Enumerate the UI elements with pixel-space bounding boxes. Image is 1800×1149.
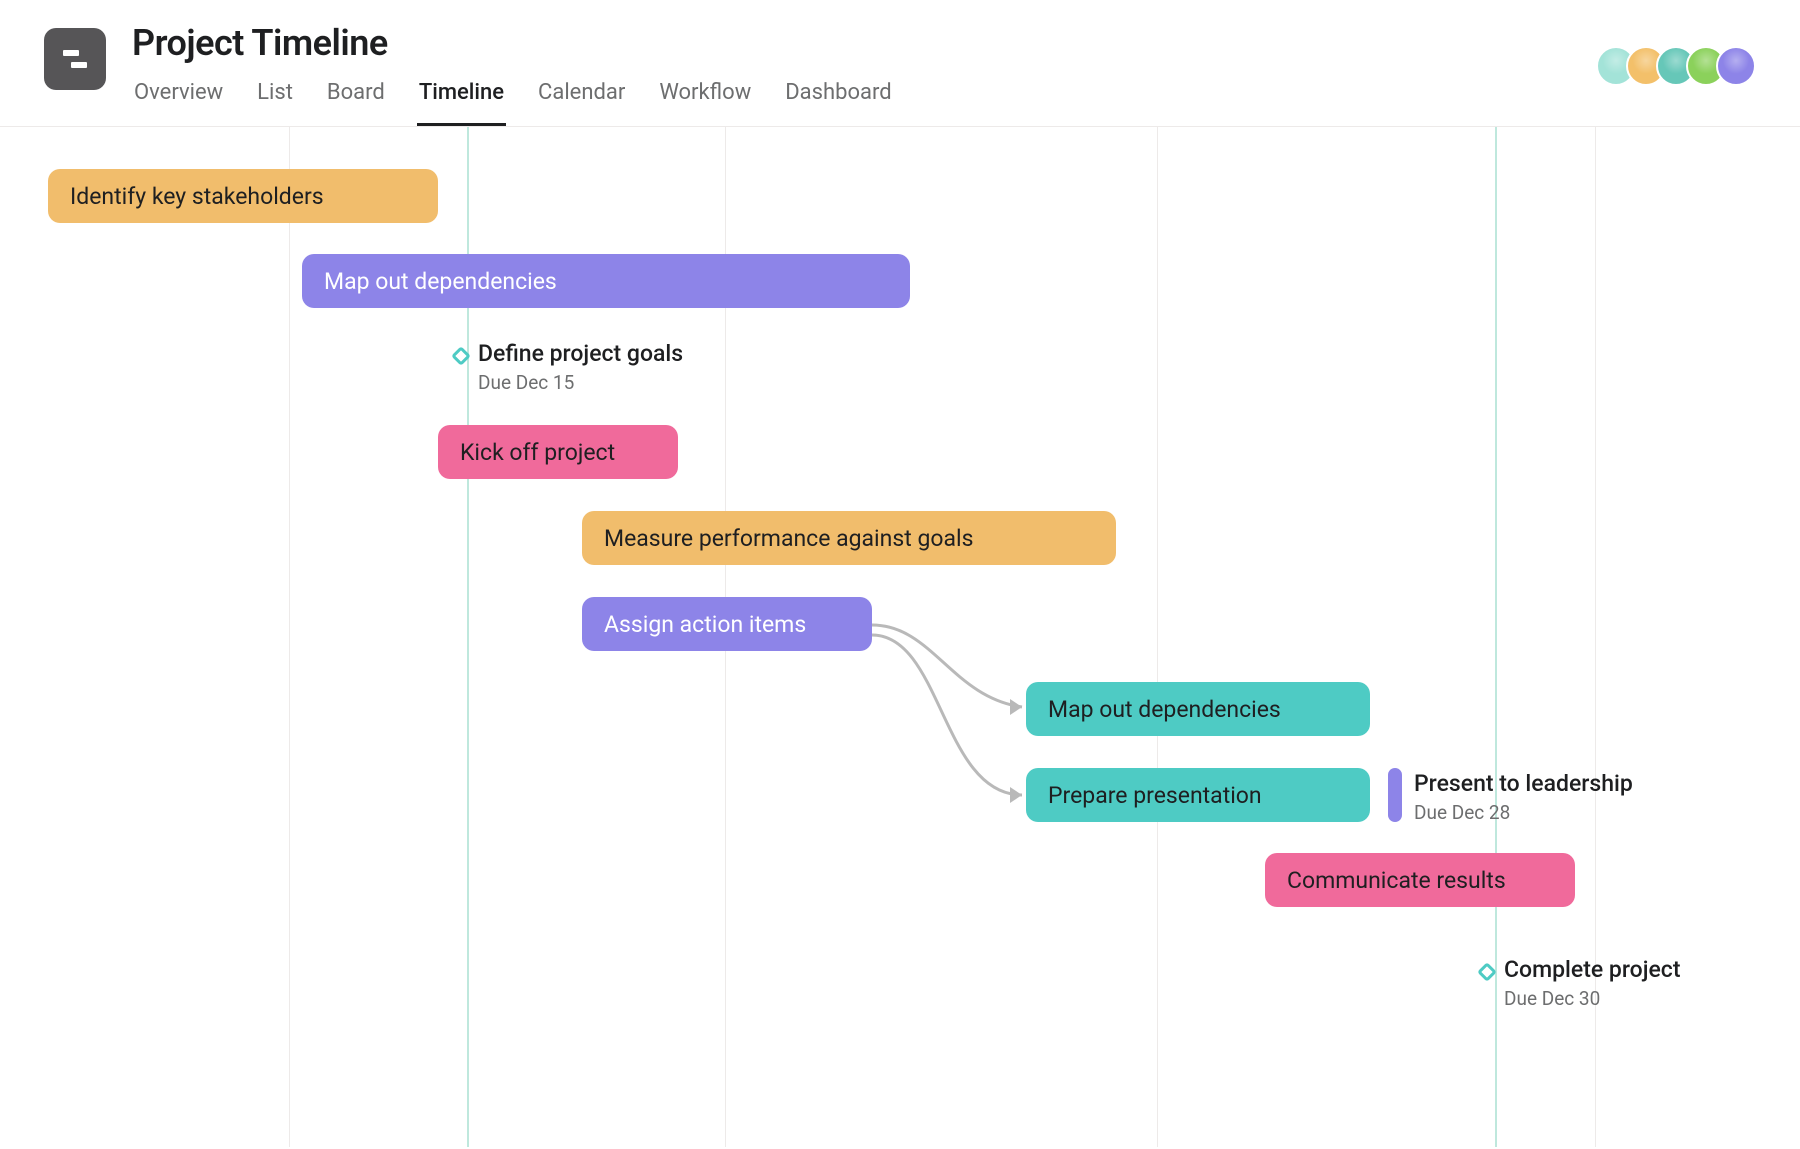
tab-timeline[interactable]: Timeline: [417, 74, 506, 126]
task-map-dependencies[interactable]: Map out dependencies: [302, 254, 910, 308]
member-avatars[interactable]: [1606, 46, 1756, 86]
page-title: Project Timeline: [132, 22, 894, 64]
tab-dashboard[interactable]: Dashboard: [783, 74, 893, 126]
milestone-title: Complete project: [1504, 955, 1680, 985]
tab-list[interactable]: List: [255, 74, 295, 126]
avatar[interactable]: [1716, 46, 1756, 86]
milestone-due: Due Dec 28: [1414, 801, 1633, 824]
diamond-icon: [1477, 962, 1497, 982]
milestone-title: Present to leadership: [1414, 769, 1633, 799]
milestone-define-goals[interactable]: Define project goals Due Dec 15: [454, 339, 683, 394]
tab-board[interactable]: Board: [325, 74, 387, 126]
milestone-due: Due Dec 15: [478, 371, 683, 394]
task-kick-off[interactable]: Kick off project: [438, 425, 678, 479]
milestone-title: Define project goals: [478, 339, 683, 369]
milestone-due: Due Dec 30: [1504, 987, 1680, 1010]
tab-workflow[interactable]: Workflow: [657, 74, 753, 126]
milestone-present-leadership[interactable]: Present to leadership Due Dec 28: [1414, 769, 1633, 824]
task-prepare-presentation[interactable]: Prepare presentation: [1026, 768, 1370, 822]
task-measure-performance[interactable]: Measure performance against goals: [582, 511, 1116, 565]
task-communicate-results[interactable]: Communicate results: [1265, 853, 1575, 907]
tabs: Overview List Board Timeline Calendar Wo…: [132, 74, 894, 126]
timeline-canvas[interactable]: Identify key stakeholders Map out depend…: [0, 127, 1800, 1147]
task-identify-stakeholders[interactable]: Identify key stakeholders: [48, 169, 438, 223]
task-assign-action-items[interactable]: Assign action items: [582, 597, 872, 651]
tab-calendar[interactable]: Calendar: [536, 74, 627, 126]
milestone-pill-icon: [1388, 768, 1402, 822]
milestone-complete-project[interactable]: Complete project Due Dec 30: [1480, 955, 1680, 1010]
project-icon: [44, 28, 106, 90]
tab-overview[interactable]: Overview: [132, 74, 225, 126]
diamond-icon: [451, 346, 471, 366]
task-map-dependencies-2[interactable]: Map out dependencies: [1026, 682, 1370, 736]
